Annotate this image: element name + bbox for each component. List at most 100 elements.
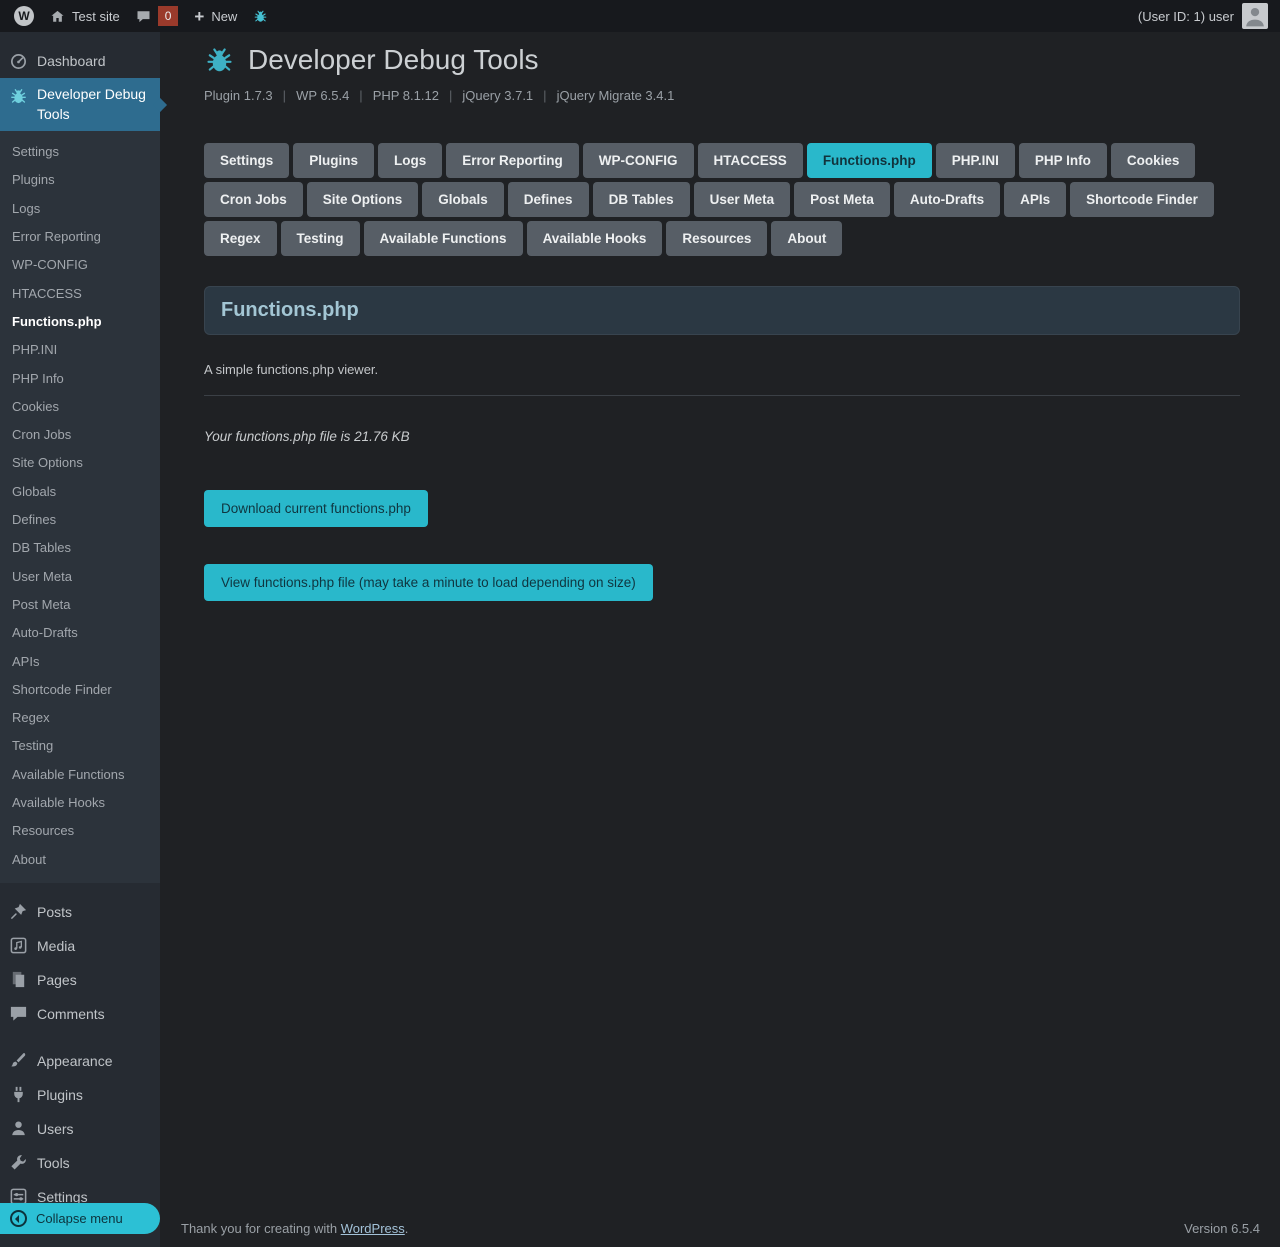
submenu-item-available-functions[interactable]: Available Functions — [0, 761, 160, 789]
submenu-item-shortcode-finder[interactable]: Shortcode Finder — [0, 676, 160, 704]
submenu-item-available-hooks[interactable]: Available Hooks — [0, 789, 160, 817]
new-content-button[interactable]: New — [186, 0, 245, 32]
submenu-item-post-meta[interactable]: Post Meta — [0, 591, 160, 619]
tab-apis[interactable]: APIs — [1004, 182, 1066, 217]
sidebar-item-label: Plugins — [37, 1087, 83, 1103]
meta-separator: | — [359, 88, 362, 103]
submenu-item-wp-config[interactable]: WP-CONFIG — [0, 251, 160, 279]
plus-icon — [194, 8, 204, 25]
tab-auto-drafts[interactable]: Auto-Drafts — [894, 182, 1000, 217]
tab-plugins[interactable]: Plugins — [293, 143, 374, 178]
tab-php-info[interactable]: PHP Info — [1019, 143, 1107, 178]
avatar[interactable] — [1242, 3, 1268, 29]
functions-php-panel: Functions.php A simple functions.php vie… — [204, 286, 1240, 601]
admin-footer: Thank you for creating with WordPress. V… — [181, 1221, 1260, 1236]
tab-cron-jobs[interactable]: Cron Jobs — [204, 182, 303, 217]
new-label: New — [211, 9, 237, 24]
sidebar-item-pages[interactable]: Pages — [0, 963, 160, 997]
submenu-item-globals[interactable]: Globals — [0, 478, 160, 506]
submenu-item-auto-drafts[interactable]: Auto-Drafts — [0, 619, 160, 647]
sidebar-item-media[interactable]: Media — [0, 929, 160, 963]
view-functions-button[interactable]: View functions.php file (may take a minu… — [204, 564, 653, 601]
tab-settings[interactable]: Settings — [204, 143, 289, 178]
brush-icon — [9, 1051, 28, 1070]
debug-tools-adminbar-shortcut[interactable] — [245, 0, 276, 32]
tab-about[interactable]: About — [771, 221, 842, 256]
tab-user-meta[interactable]: User Meta — [694, 182, 791, 217]
tab-available-functions[interactable]: Available Functions — [364, 221, 523, 256]
submenu-item-plugins[interactable]: Plugins — [0, 166, 160, 194]
submenu-item-php-info[interactable]: PHP Info — [0, 365, 160, 393]
site-name-link[interactable]: Test site — [42, 0, 128, 32]
sidebar-item-label: Appearance — [37, 1053, 113, 1069]
sidebar-item-appearance[interactable]: Appearance — [0, 1044, 160, 1078]
tab-defines[interactable]: Defines — [508, 182, 589, 217]
tab-db-tables[interactable]: DB Tables — [593, 182, 690, 217]
submenu-item-cookies[interactable]: Cookies — [0, 393, 160, 421]
pages-icon — [9, 970, 28, 989]
footer-thanks-text: Thank you for creating with — [181, 1221, 337, 1236]
meta-separator: | — [283, 88, 286, 103]
collapse-arrow-icon — [10, 1210, 27, 1227]
meta-jquery-version: jQuery 3.7.1 — [462, 88, 533, 103]
tab-htaccess[interactable]: HTACCESS — [698, 143, 803, 178]
submenu-item-settings[interactable]: Settings — [0, 138, 160, 166]
submenu-item-htaccess[interactable]: HTACCESS — [0, 280, 160, 308]
download-functions-button[interactable]: Download current functions.php — [204, 490, 428, 527]
submenu-item-about[interactable]: About — [0, 846, 160, 874]
sidebar-item-label: Developer Debug Tools — [37, 85, 151, 124]
sidebar-item-posts[interactable]: Posts — [0, 895, 160, 929]
collapse-menu-button[interactable]: Collapse menu — [0, 1203, 160, 1234]
comments-link[interactable]: 0 — [128, 0, 187, 32]
tab-row: Settings Plugins Logs Error Reporting WP… — [204, 143, 1240, 178]
tab-logs[interactable]: Logs — [378, 143, 442, 178]
submenu-item-defines[interactable]: Defines — [0, 506, 160, 534]
sidebar-item-label: Pages — [37, 972, 77, 988]
tab-cookies[interactable]: Cookies — [1111, 143, 1196, 178]
submenu-item-resources[interactable]: Resources — [0, 817, 160, 845]
panel-title: Functions.php — [204, 286, 1240, 335]
submenu-item-db-tables[interactable]: DB Tables — [0, 534, 160, 562]
tab-regex[interactable]: Regex — [204, 221, 277, 256]
submenu-item-user-meta[interactable]: User Meta — [0, 563, 160, 591]
submenu-item-regex[interactable]: Regex — [0, 704, 160, 732]
submenu-item-logs[interactable]: Logs — [0, 195, 160, 223]
tab-error-reporting[interactable]: Error Reporting — [446, 143, 579, 178]
tab-row: Regex Testing Available Functions Availa… — [204, 221, 1240, 256]
tab-testing[interactable]: Testing — [281, 221, 360, 256]
tab-resources[interactable]: Resources — [666, 221, 767, 256]
tab-functions-php[interactable]: Functions.php — [807, 143, 932, 178]
sidebar-item-plugins[interactable]: Plugins — [0, 1078, 160, 1112]
submenu-item-site-options[interactable]: Site Options — [0, 449, 160, 477]
sidebar-item-developer-debug-tools[interactable]: Developer Debug Tools — [0, 78, 160, 131]
tab-site-options[interactable]: Site Options — [307, 182, 419, 217]
submenu-item-testing[interactable]: Testing — [0, 732, 160, 760]
home-icon — [50, 9, 65, 24]
tab-globals[interactable]: Globals — [422, 182, 504, 217]
submenu-item-cron-jobs[interactable]: Cron Jobs — [0, 421, 160, 449]
sidebar-item-users[interactable]: Users — [0, 1112, 160, 1146]
gauge-icon — [9, 52, 28, 71]
sidebar-item-comments[interactable]: Comments — [0, 997, 160, 1031]
submenu-item-functions-php[interactable]: Functions.php — [0, 308, 160, 336]
sidebar-item-label: Tools — [37, 1155, 70, 1171]
wordpress-link[interactable]: WordPress — [341, 1221, 405, 1236]
tools-icon — [9, 1153, 28, 1172]
footer-thanks: Thank you for creating with WordPress. — [181, 1221, 408, 1236]
submenu-item-error-reporting[interactable]: Error Reporting — [0, 223, 160, 251]
submenu-item-php-ini[interactable]: PHP.INI — [0, 336, 160, 364]
tab-shortcode-finder[interactable]: Shortcode Finder — [1070, 182, 1214, 217]
bug-icon — [9, 87, 28, 106]
wp-logo-menu[interactable]: W — [6, 0, 42, 32]
tab-php-ini[interactable]: PHP.INI — [936, 143, 1015, 178]
sidebar-item-label: Media — [37, 938, 75, 954]
sidebar-item-label: Posts — [37, 904, 72, 920]
tab-row: Cron Jobs Site Options Globals Defines D… — [204, 182, 1240, 217]
sidebar-item-dashboard[interactable]: Dashboard — [0, 44, 160, 78]
submenu-item-apis[interactable]: APIs — [0, 648, 160, 676]
tab-post-meta[interactable]: Post Meta — [794, 182, 890, 217]
user-account-label[interactable]: (User ID: 1) user — [1138, 9, 1234, 24]
sidebar-item-tools[interactable]: Tools — [0, 1146, 160, 1180]
tab-wp-config[interactable]: WP-CONFIG — [583, 143, 694, 178]
tab-available-hooks[interactable]: Available Hooks — [527, 221, 663, 256]
